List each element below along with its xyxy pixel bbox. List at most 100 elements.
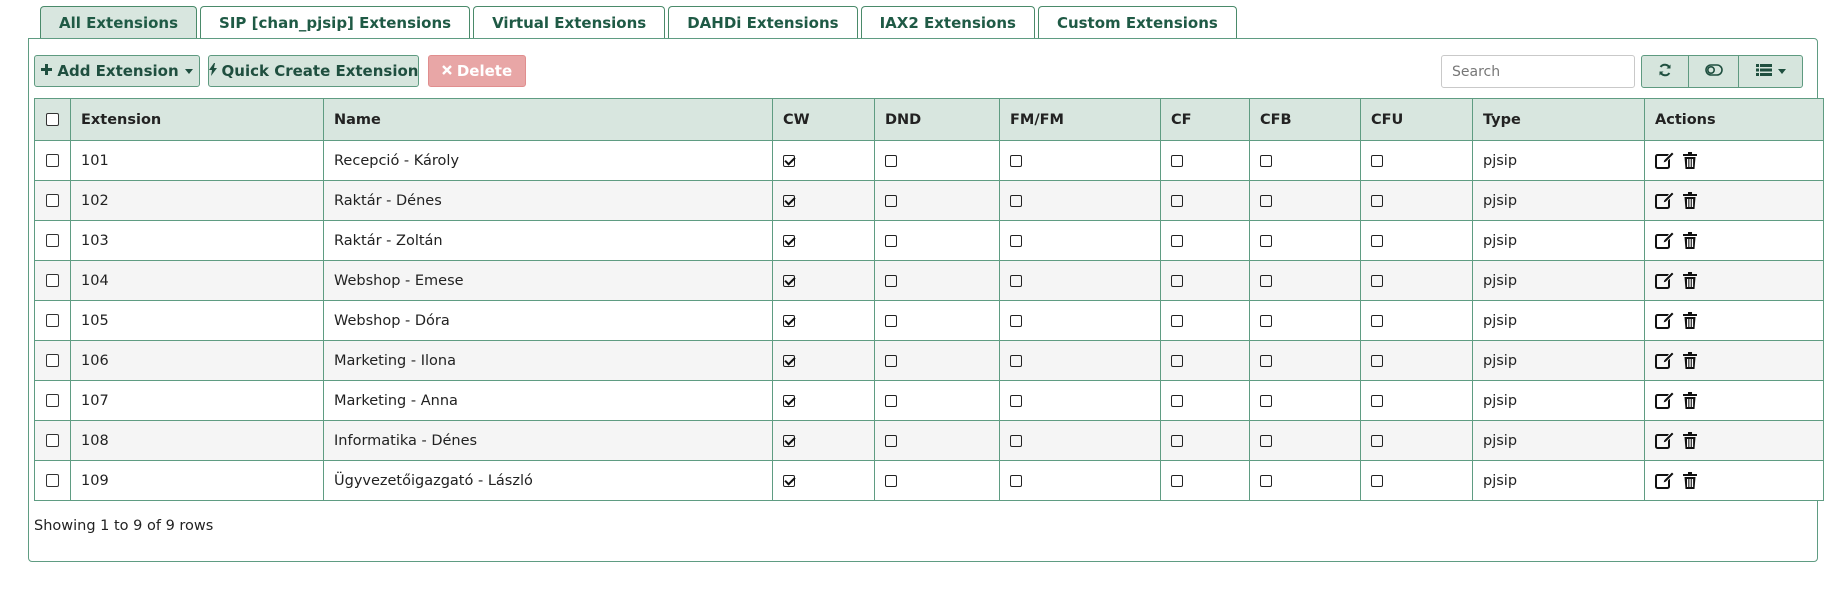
refresh-button[interactable] xyxy=(1641,55,1689,88)
cfu-status-icon xyxy=(1371,394,1383,407)
trash-icon[interactable] xyxy=(1683,472,1697,489)
cw-status-icon xyxy=(783,434,795,447)
cfb-cell xyxy=(1249,380,1361,421)
tab-iax2-extensions[interactable]: IAX2 Extensions xyxy=(860,6,1035,39)
tab-virtual-extensions[interactable]: Virtual Extensions xyxy=(473,6,666,39)
extension-tabs: All Extensions SIP [chan_pjsip] Extensio… xyxy=(40,6,1240,39)
dnd-status-icon xyxy=(885,154,897,167)
column-header-dnd[interactable]: DND xyxy=(874,98,1000,141)
chevron-down-icon xyxy=(184,68,193,74)
trash-icon[interactable] xyxy=(1683,392,1697,409)
fmfm-cell xyxy=(999,300,1161,341)
column-header-name[interactable]: Name xyxy=(323,98,773,141)
trash-icon[interactable] xyxy=(1683,152,1697,169)
column-header-fmfm[interactable]: FM/FM xyxy=(999,98,1161,141)
edit-icon[interactable] xyxy=(1655,352,1675,369)
trash-icon[interactable] xyxy=(1683,432,1697,449)
row-select-checkbox[interactable] xyxy=(46,434,59,447)
tab-sip-extensions[interactable]: SIP [chan_pjsip] Extensions xyxy=(200,6,471,39)
select-all-checkbox[interactable] xyxy=(46,113,59,126)
columns-button[interactable] xyxy=(1738,55,1803,88)
cfb-cell xyxy=(1249,180,1361,221)
fmfm-status-icon xyxy=(1010,394,1022,407)
column-header-cfu[interactable]: CFU xyxy=(1360,98,1473,141)
cw-status-icon xyxy=(783,394,795,407)
cf-cell xyxy=(1160,420,1250,461)
dnd-status-icon xyxy=(885,234,897,247)
column-header-cw[interactable]: CW xyxy=(772,98,875,141)
row-select-checkbox[interactable] xyxy=(46,314,59,327)
name-cell: Marketing - Anna xyxy=(323,380,773,421)
column-header-actions: Actions xyxy=(1644,98,1824,141)
column-header-extension[interactable]: Extension xyxy=(70,98,324,141)
edit-icon[interactable] xyxy=(1655,472,1675,489)
edit-icon[interactable] xyxy=(1655,392,1675,409)
row-select-cell xyxy=(34,460,71,501)
add-extension-button[interactable]: Add Extension xyxy=(34,55,200,87)
name-cell: Webshop - Dóra xyxy=(323,300,773,341)
cfu-cell xyxy=(1360,420,1473,461)
edit-icon[interactable] xyxy=(1655,152,1675,169)
refresh-icon xyxy=(1658,63,1672,81)
cfu-cell xyxy=(1360,180,1473,221)
row-select-checkbox[interactable] xyxy=(46,394,59,407)
dnd-status-icon xyxy=(885,314,897,327)
cf-status-icon xyxy=(1171,234,1183,247)
quick-create-label: Quick Create Extension xyxy=(221,62,419,80)
row-select-checkbox[interactable] xyxy=(46,194,59,207)
cfb-status-icon xyxy=(1260,314,1272,327)
actions-cell xyxy=(1644,180,1824,221)
tab-dahdi-extensions[interactable]: DAHDi Extensions xyxy=(668,6,858,39)
type-cell: pjsip xyxy=(1472,140,1645,181)
fmfm-cell xyxy=(999,220,1161,261)
tab-custom-extensions[interactable]: Custom Extensions xyxy=(1037,6,1237,39)
dnd-cell xyxy=(874,180,1000,221)
type-cell: pjsip xyxy=(1472,380,1645,421)
cw-cell xyxy=(772,380,875,421)
search-input[interactable] xyxy=(1441,55,1635,88)
extension-cell: 109 xyxy=(70,460,324,501)
edit-icon[interactable] xyxy=(1655,192,1675,209)
edit-icon[interactable] xyxy=(1655,232,1675,249)
cw-status-icon xyxy=(783,314,795,327)
trash-icon[interactable] xyxy=(1683,232,1697,249)
column-header-cf[interactable]: CF xyxy=(1160,98,1250,141)
tab-all-extensions[interactable]: All Extensions xyxy=(40,6,198,39)
type-cell: pjsip xyxy=(1472,300,1645,341)
column-header-cfb[interactable]: CFB xyxy=(1249,98,1361,141)
edit-icon[interactable] xyxy=(1655,432,1675,449)
delete-label: Delete xyxy=(456,62,513,80)
trash-icon[interactable] xyxy=(1683,192,1697,209)
trash-icon[interactable] xyxy=(1683,272,1697,289)
cfb-cell xyxy=(1249,420,1361,461)
row-select-checkbox[interactable] xyxy=(46,274,59,287)
cfb-status-icon xyxy=(1260,354,1272,367)
extensions-panel: Add Extension Quick Create Extension Del… xyxy=(28,38,1824,562)
row-select-checkbox[interactable] xyxy=(46,354,59,367)
fmfm-cell xyxy=(999,380,1161,421)
type-cell: pjsip xyxy=(1472,340,1645,381)
row-select-cell xyxy=(34,260,71,301)
row-select-checkbox[interactable] xyxy=(46,474,59,487)
toggle-view-button[interactable] xyxy=(1688,55,1739,88)
cw-status-icon xyxy=(783,234,795,247)
delete-button[interactable]: Delete xyxy=(428,55,526,87)
column-header-type[interactable]: Type xyxy=(1472,98,1645,141)
dnd-cell xyxy=(874,340,1000,381)
quick-create-extension-button[interactable]: Quick Create Extension xyxy=(208,55,419,87)
row-select-checkbox[interactable] xyxy=(46,154,59,167)
trash-icon[interactable] xyxy=(1683,312,1697,329)
fmfm-status-icon xyxy=(1010,314,1022,327)
type-cell: pjsip xyxy=(1472,460,1645,501)
cf-cell xyxy=(1160,300,1250,341)
edit-icon[interactable] xyxy=(1655,272,1675,289)
edit-icon[interactable] xyxy=(1655,312,1675,329)
trash-icon[interactable] xyxy=(1683,352,1697,369)
cf-status-icon xyxy=(1171,474,1183,487)
dnd-status-icon xyxy=(885,474,897,487)
bolt-icon xyxy=(208,62,217,80)
cfu-status-icon xyxy=(1371,354,1383,367)
row-select-checkbox[interactable] xyxy=(46,234,59,247)
fmfm-status-icon xyxy=(1010,194,1022,207)
cw-cell xyxy=(772,260,875,301)
